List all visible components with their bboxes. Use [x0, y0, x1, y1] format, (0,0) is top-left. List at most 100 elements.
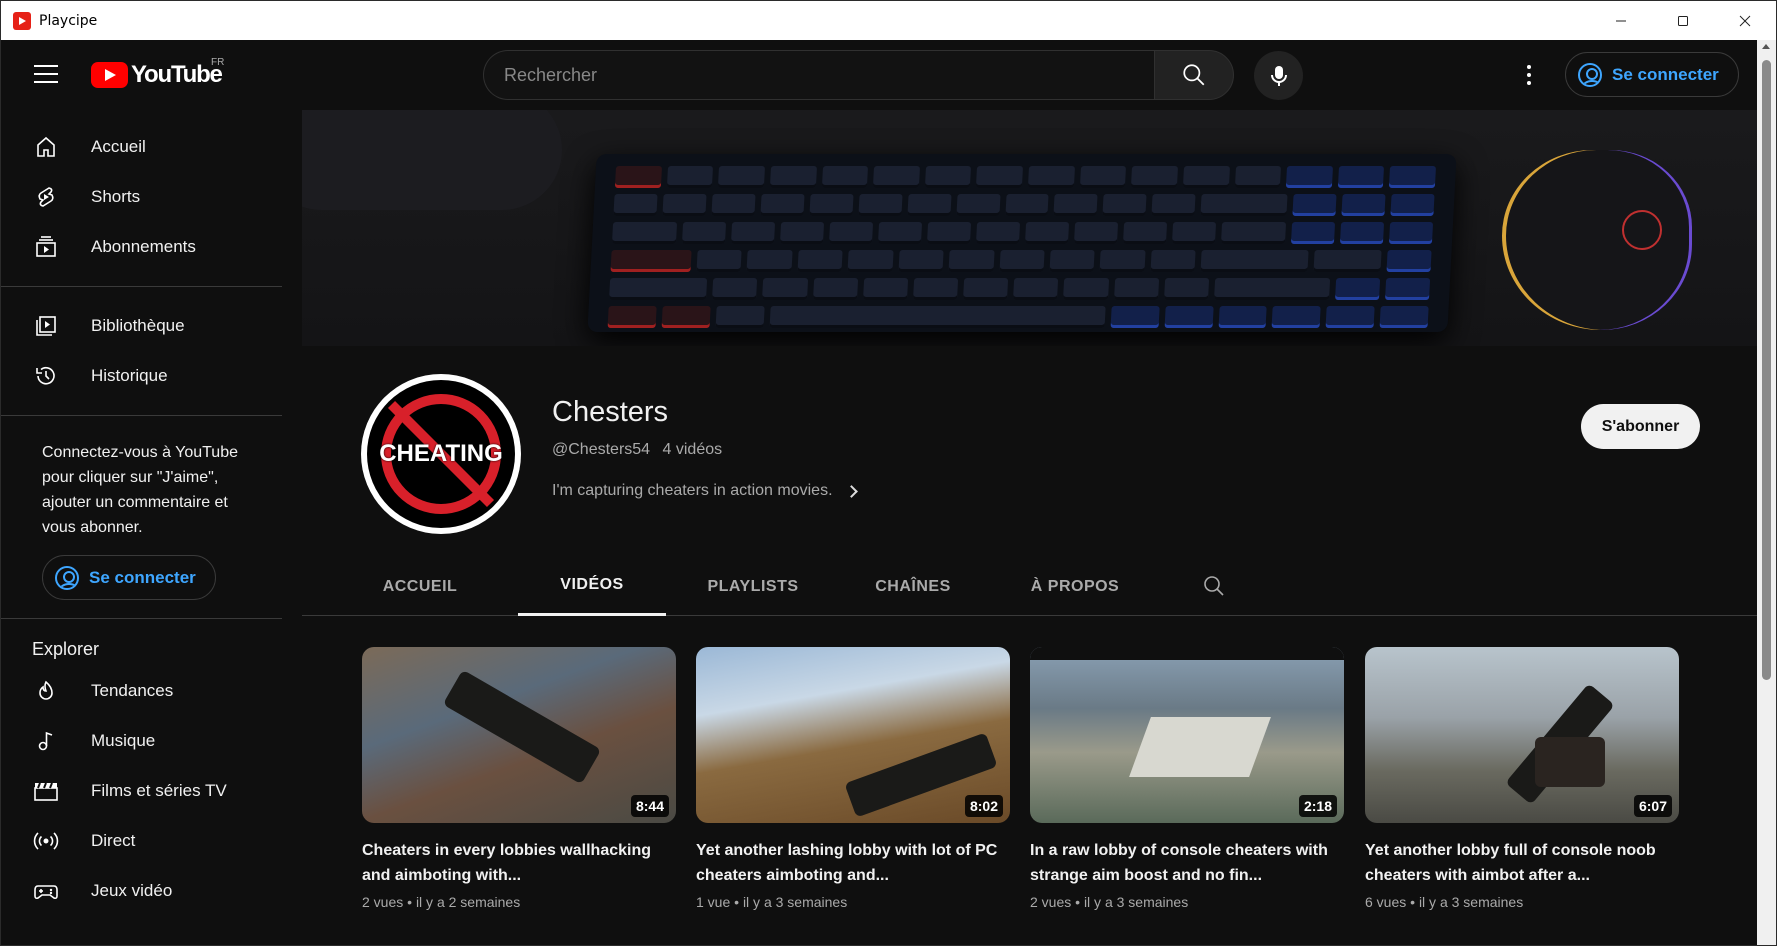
signin-prompt: Connectez-vous à YouTube pour cliquer su…	[42, 444, 238, 536]
video-duration: 8:44	[630, 795, 669, 817]
minimize-button[interactable]	[1590, 1, 1652, 40]
subscriptions-icon	[33, 234, 59, 260]
video-meta: 1 vue • il y a 3 semaines	[696, 894, 848, 910]
movies-icon	[33, 778, 59, 804]
channel-description[interactable]: I'm capturing cheaters in action movies.	[552, 482, 858, 500]
video-meta: 6 vues • il y a 3 semaines	[1365, 894, 1524, 910]
video-thumbnail[interactable]: 8:44	[362, 647, 676, 823]
account-icon	[55, 565, 79, 590]
sidebar-item-label: Shorts	[91, 187, 141, 206]
maximize-button[interactable]	[1652, 1, 1714, 40]
channel-description-text: I'm capturing cheaters in action movies.	[552, 482, 833, 499]
youtube-logo[interactable]: YouTube	[91, 61, 223, 89]
tab-chaines[interactable]: CHAÎNES	[854, 557, 972, 616]
close-icon	[1739, 15, 1751, 26]
sidebar-item-label: Historique	[91, 366, 168, 385]
menu-icon[interactable]	[34, 65, 58, 85]
sidebar-item-tendances[interactable]: Tendances	[1, 666, 291, 716]
search-button[interactable]	[1154, 50, 1234, 100]
channel-tabs: ACCUEIL VIDÉOS PLAYLISTS CHAÎNES À PROPO…	[302, 557, 1759, 616]
history-icon	[33, 363, 59, 389]
sidebar-item-direct[interactable]: Direct	[1, 816, 291, 866]
account-icon	[1578, 62, 1602, 87]
video-title[interactable]: Yet another lashing lobby with lot of PC…	[696, 838, 1010, 888]
channel-video-count: 4 vidéos	[662, 441, 723, 458]
sidebar-item-abonnements[interactable]: Abonnements	[1, 222, 291, 272]
channel-banner	[302, 110, 1759, 346]
explore-heading: Explorer	[32, 639, 100, 659]
video-views: 2 vues	[362, 894, 404, 910]
channel-handle: @Chesters54	[552, 441, 651, 458]
subscribe-button[interactable]: S'abonner	[1581, 404, 1700, 449]
more-options-icon[interactable]	[1519, 62, 1539, 88]
tab-videos[interactable]: VIDÉOS	[518, 557, 666, 616]
video-title[interactable]: Cheaters in every lobbies wallhacking an…	[362, 838, 676, 888]
sidebar-divider	[1, 286, 282, 287]
voice-search-button[interactable]	[1254, 51, 1303, 100]
home-icon	[33, 134, 59, 160]
app-icon	[13, 11, 31, 30]
video-card[interactable]: 2:18 In a raw lobby of console cheaters …	[1030, 647, 1344, 910]
live-icon	[33, 828, 59, 854]
video-card[interactable]: 8:02 Yet another lashing lobby with lot …	[696, 647, 1010, 910]
video-duration: 8:02	[964, 795, 1003, 817]
scrollbar-thumb[interactable]	[1762, 60, 1771, 680]
video-age: il y a 3 semaines	[1083, 894, 1189, 910]
app-window: Playcipe YouTube FR Rechercher Se connec…	[0, 0, 1777, 946]
video-age: il y a 3 semaines	[742, 894, 848, 910]
sidebar-item-label: Direct	[91, 831, 136, 850]
trending-icon	[33, 678, 59, 704]
mic-icon	[1270, 65, 1287, 86]
sidebar-divider	[1, 618, 282, 619]
window-controls	[1590, 1, 1776, 40]
video-thumbnail[interactable]: 8:02	[696, 647, 1010, 823]
signin-label: Se connecter	[89, 567, 196, 587]
video-thumbnail[interactable]: 2:18	[1030, 647, 1344, 823]
sidebar-signin-button[interactable]: Se connecter	[42, 555, 216, 600]
channel-search-icon[interactable]	[1202, 574, 1226, 598]
video-title[interactable]: Yet another lobby full of console noob c…	[1365, 838, 1679, 888]
video-age: il y a 3 semaines	[1418, 894, 1524, 910]
sidebar-item-jeux[interactable]: Jeux vidéo	[1, 866, 291, 916]
signin-button[interactable]: Se connecter	[1565, 52, 1739, 97]
youtube-play-icon	[91, 62, 128, 88]
tab-a-propos[interactable]: À PROPOS	[1006, 557, 1144, 616]
avatar-text: CHEATING	[379, 440, 503, 467]
sidebar-item-historique[interactable]: Historique	[1, 351, 291, 401]
channel-avatar[interactable]: CHEATING	[361, 374, 521, 534]
sidebar-item-bibliotheque[interactable]: Bibliothèque	[1, 301, 291, 351]
video-meta: 2 vues • il y a 2 semaines	[362, 894, 521, 910]
banner-gamepad-image	[302, 110, 562, 210]
maximize-icon	[1678, 15, 1688, 26]
sidebar-item-label: Bibliothèque	[91, 316, 185, 335]
vertical-scrollbar[interactable]	[1757, 40, 1776, 945]
sidebar-item-musique[interactable]: Musique	[1, 716, 291, 766]
banner-keyboard-image	[587, 154, 1457, 332]
tab-playlists[interactable]: PLAYLISTS	[686, 557, 820, 616]
video-duration: 2:18	[1298, 795, 1337, 817]
video-card[interactable]: 6:07 Yet another lobby full of console n…	[1365, 647, 1679, 910]
video-thumbnail[interactable]: 6:07	[1365, 647, 1679, 823]
sidebar-item-label: Musique	[91, 731, 156, 750]
country-code: FR	[211, 57, 225, 68]
video-card[interactable]: 8:44 Cheaters in every lobbies wallhacki…	[362, 647, 676, 910]
sidebar-item-label: Films et séries TV	[91, 781, 227, 800]
close-button[interactable]	[1714, 1, 1776, 40]
scroll-up-arrow-icon[interactable]	[1762, 44, 1770, 49]
video-title[interactable]: In a raw lobby of console cheaters with …	[1030, 838, 1344, 888]
video-age: il y a 2 semaines	[415, 894, 521, 910]
sidebar-item-accueil[interactable]: Accueil	[1, 122, 291, 172]
chevron-right-icon	[844, 484, 858, 498]
banner-mouse-image	[1502, 150, 1692, 330]
video-views: 6 vues	[1365, 894, 1407, 910]
search-input[interactable]	[504, 64, 1155, 86]
sidebar-item-shorts[interactable]: Shorts	[1, 172, 291, 222]
library-icon	[33, 313, 59, 339]
sidebar-item-label: Abonnements	[91, 237, 196, 256]
title-bar: Playcipe	[1, 1, 1776, 40]
sidebar-item-label: Tendances	[91, 681, 174, 700]
tab-accueil[interactable]: ACCUEIL	[360, 557, 480, 616]
search-icon	[1183, 64, 1205, 86]
sidebar-item-films[interactable]: Films et séries TV	[1, 766, 291, 816]
masthead: YouTube FR Se connecter	[1, 40, 1759, 110]
